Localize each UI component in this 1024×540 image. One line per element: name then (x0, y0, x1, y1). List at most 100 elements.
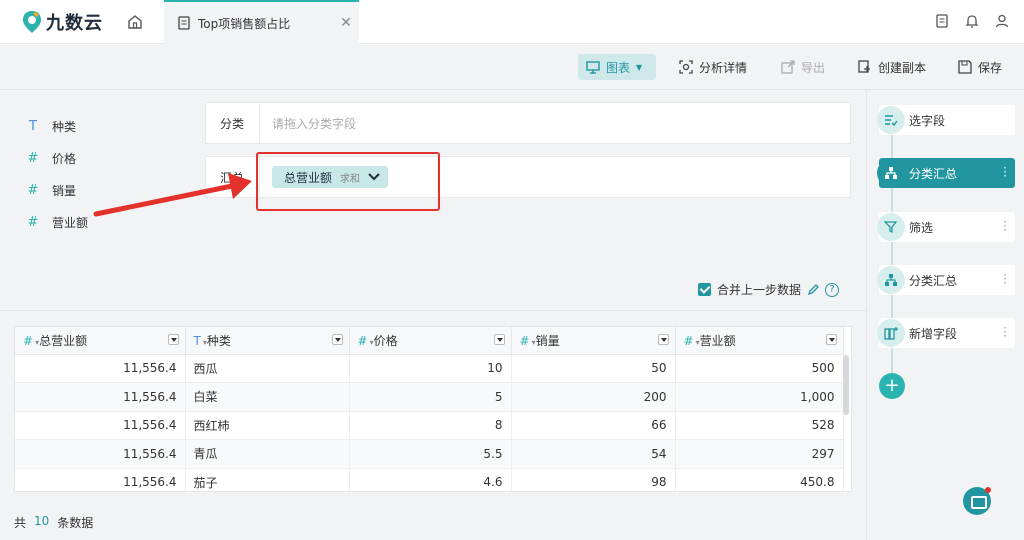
number-type-icon: # (683, 333, 694, 348)
step-select-fields[interactable]: 选字段 (877, 105, 1015, 135)
step-label: 选字段 (909, 113, 946, 128)
row-count-prefix: 共 (14, 516, 27, 530)
column-label: 营业额 (699, 333, 736, 348)
close-icon[interactable]: ✕ (339, 16, 353, 30)
field-label: 销量 (52, 183, 77, 198)
table-header-row: # ▾总营业额 T ▾种类 # ▾价格 # ▾销量 # ▾营业额 (15, 327, 844, 355)
bell-icon[interactable] (964, 13, 980, 29)
step-flow-panel: 选字段 分类汇总 · · · 筛选 · · · 分类汇总 · · · 新增字段 · · · + (866, 90, 1024, 540)
field-item[interactable]: # 销量 (26, 174, 88, 206)
step-filter[interactable]: 筛选 · · · (877, 212, 1015, 242)
step-label: 新增字段 (909, 326, 958, 341)
more-vertical-icon[interactable]: · · · (1003, 269, 1007, 289)
row-count-suffix: 条数据 (57, 516, 94, 530)
table-row: 11,556.4 茄子 4.6 98 450.8 (15, 468, 844, 491)
column-dropdown-icon[interactable] (657, 334, 669, 345)
column-label: 价格 (373, 333, 398, 348)
table-cell: 青瓜 (185, 439, 350, 469)
copy-icon (858, 60, 870, 73)
table-cell: 1,000 (675, 382, 844, 412)
more-vertical-icon[interactable]: · · · (1003, 162, 1007, 182)
column-header[interactable]: T ▾种类 (185, 327, 350, 355)
clipboard-icon[interactable] (934, 13, 950, 29)
text-type-icon: T (193, 333, 201, 348)
text-type-icon: T (29, 118, 37, 134)
table-cell: 8 (349, 411, 512, 440)
column-dropdown-icon[interactable] (493, 334, 505, 345)
hierarchy-icon (877, 266, 905, 294)
column-header[interactable]: # ▾营业额 (675, 327, 844, 355)
column-header[interactable]: # ▾总营业额 (15, 327, 186, 355)
column-header[interactable]: # ▾销量 (511, 327, 676, 355)
add-column-icon (877, 319, 905, 347)
table-cell: 200 (511, 382, 676, 412)
table-cell: 11,556.4 (15, 439, 186, 469)
number-type-icon: # (357, 333, 368, 348)
number-type-icon: # (27, 150, 39, 166)
number-type-icon: # (519, 333, 530, 348)
chart-button[interactable]: 图表 ▼ (578, 54, 656, 80)
save-button[interactable]: 保存 (958, 54, 1002, 80)
table-cell: 450.8 (675, 468, 844, 491)
chevron-down-icon: ▼ (636, 62, 643, 72)
logo-icon (23, 11, 41, 33)
merge-previous-data-option[interactable]: 合并上一步数据 ? (698, 281, 840, 298)
more-vertical-icon[interactable]: · · · (1003, 216, 1007, 236)
analysis-label: 分析详情 (699, 60, 748, 75)
top-bar: 九数云 Top项销售额占比 ✕ (0, 0, 1024, 44)
table-cell: 11,556.4 (15, 354, 186, 383)
user-icon[interactable] (994, 13, 1010, 29)
chat-support-button[interactable] (963, 487, 991, 515)
table-row: 11,556.4 西瓜 10 50 500 (15, 354, 844, 383)
table-cell: 10 (349, 354, 512, 383)
create-copy-button[interactable]: 创建副本 (858, 54, 926, 80)
table-cell: 茄子 (185, 468, 350, 491)
step-add-field[interactable]: 新增字段 · · · (877, 318, 1015, 348)
add-step-button[interactable]: + (879, 373, 905, 399)
column-header[interactable]: # ▾价格 (349, 327, 512, 355)
chart-label: 图表 (606, 60, 631, 75)
field-list: T 种类 # 价格 # 销量 # 营业额 (26, 110, 88, 238)
step-group-summary[interactable]: 分类汇总 · · · (877, 265, 1015, 295)
field-label: 营业额 (52, 215, 89, 230)
field-item[interactable]: # 价格 (26, 142, 88, 174)
save-icon (958, 60, 972, 74)
tab-report[interactable]: Top项销售额占比 ✕ (164, 0, 359, 44)
field-label: 价格 (52, 151, 77, 166)
table-cell: 西瓜 (185, 354, 350, 383)
table-row: 11,556.4 西红柿 8 66 528 (15, 411, 844, 440)
field-item[interactable]: # 营业额 (26, 206, 88, 238)
export-button[interactable]: 导出 (781, 54, 825, 80)
hierarchy-icon (877, 159, 905, 187)
copy-label: 创建副本 (878, 60, 927, 75)
table-cell: 11,556.4 (15, 411, 186, 440)
summary-zone-label: 汇总 (206, 157, 260, 197)
step-label: 筛选 (909, 220, 934, 235)
column-dropdown-icon[interactable] (331, 334, 343, 345)
table-scrollbar[interactable] (843, 355, 849, 415)
category-placeholder: 请拖入分类字段 (272, 116, 357, 131)
table-cell: 66 (511, 411, 676, 440)
help-icon[interactable]: ? (825, 282, 840, 297)
chart-icon (586, 61, 600, 74)
field-item[interactable]: T 种类 (26, 110, 88, 142)
step-label: 分类汇总 (909, 166, 958, 181)
column-dropdown-icon[interactable] (825, 334, 837, 345)
table-cell: 西红柿 (185, 411, 350, 440)
category-drop-zone[interactable]: 分类 请拖入分类字段 (205, 102, 851, 144)
pen-icon[interactable] (807, 283, 819, 296)
divider (0, 310, 866, 311)
column-dropdown-icon[interactable] (167, 334, 179, 345)
field-list-icon (877, 106, 905, 134)
category-zone-label: 分类 (206, 103, 260, 143)
more-vertical-icon[interactable]: · · · (1003, 322, 1007, 342)
table-cell: 50 (511, 354, 676, 383)
table-cell: 297 (675, 439, 844, 469)
merge-checkbox[interactable] (698, 283, 711, 296)
table-cell: 4.6 (349, 468, 512, 491)
step-group-summary[interactable]: 分类汇总 · · · (877, 158, 1015, 188)
home-icon[interactable] (126, 13, 144, 31)
analysis-detail-button[interactable]: 分析详情 (679, 54, 747, 80)
column-label: 种类 (206, 333, 231, 348)
logo[interactable]: 九数云 (22, 9, 103, 35)
